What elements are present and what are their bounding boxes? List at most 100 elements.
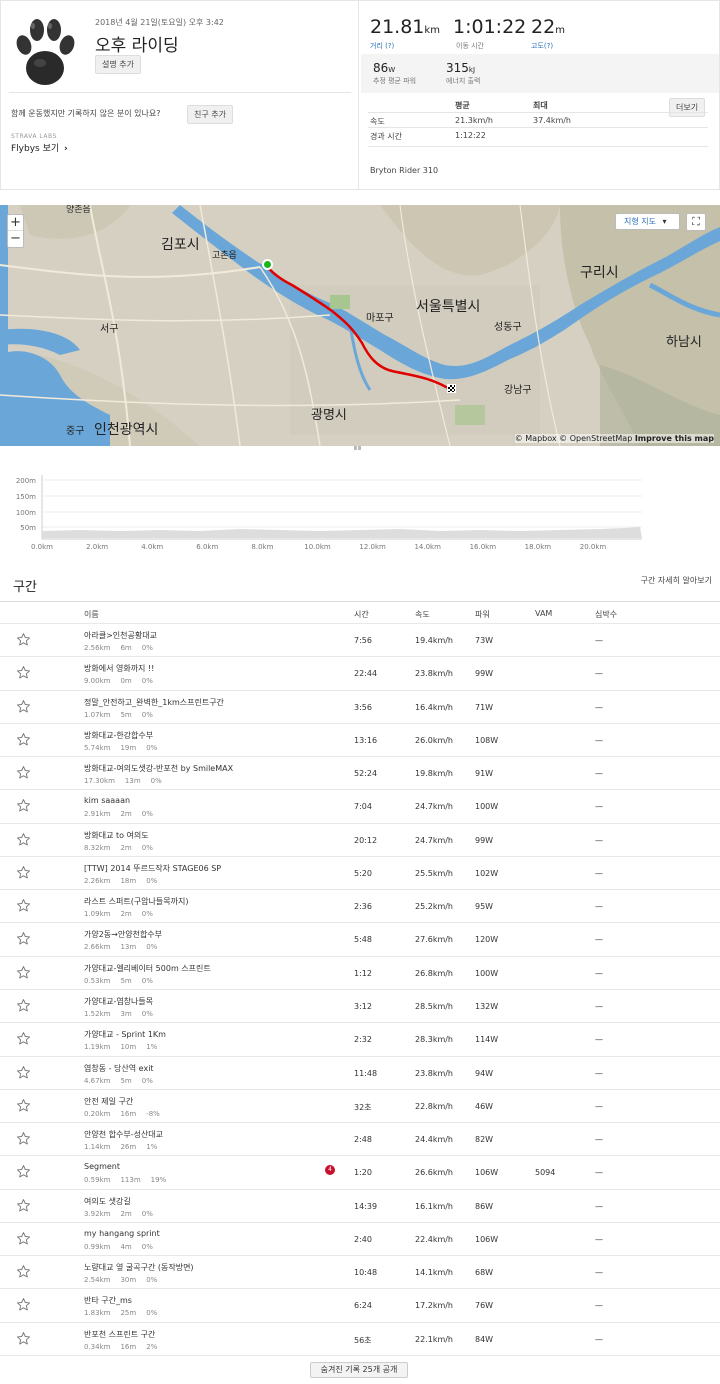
more-button[interactable]: 더보기 [669, 98, 706, 117]
star-icon[interactable] [16, 1031, 31, 1046]
star-icon[interactable] [16, 998, 31, 1013]
star-icon[interactable] [16, 931, 31, 946]
segment-name-link[interactable]: 방화대교-한강합수부 [84, 730, 153, 741]
star-icon[interactable] [16, 699, 31, 714]
star-icon[interactable] [16, 1164, 31, 1179]
segment-name-link[interactable]: 반포천 스프린트 구간 [84, 1329, 155, 1340]
table-row[interactable]: 반포천 스프린트 구간 0.34km 16m 2% 56초 22.1km/h 84W — [0, 1321, 720, 1355]
segment-power: 84W [475, 1334, 494, 1344]
segment-name-link[interactable]: 여의도 샛강길 [84, 1196, 131, 1207]
segment-name-link[interactable]: 노량대교 옆 굴곡구간 (동작방면) [84, 1262, 194, 1273]
add-description-button[interactable]: 설명 추가 [95, 55, 141, 74]
segment-name-link[interactable]: kim saaaan [84, 796, 130, 805]
segment-name-link[interactable]: 가양대교 - Sprint 1Km [84, 1029, 166, 1040]
table-row[interactable]: 방화에서 영화까지 !! 9.00km 0m 0% 22:44 23.8km/h 99W — [0, 656, 720, 689]
star-icon[interactable] [16, 832, 31, 847]
table-row[interactable]: 라스트 스퍼트(구암나들목까지) 1.09km 2m 0% 2:36 25.2km/h 95… [0, 889, 720, 922]
star-icon[interactable] [16, 765, 31, 780]
table-row[interactable]: 염창동 - 당산역 exit 4.67km 5m 0% 11:48 23.8km/h 94W… [0, 1055, 720, 1089]
elevation-profile[interactable]: 200m 150m 100m 50m 0.0km 2.0km 4.0km 6.0km 8.0km… [0, 455, 720, 555]
segment-name-link[interactable]: 정말_안전하고_완벽한_1km스프린트구간 [84, 697, 224, 708]
star-icon[interactable] [16, 1331, 31, 1346]
table-row[interactable]: 여의도 샛강길 3.92km 2m 0% 14:39 16.1km/h 86W — [0, 1188, 720, 1222]
star-icon[interactable] [16, 665, 31, 680]
table-row[interactable]: 가양대교-엘리베이터 500m 스프린트 0.53km 5m 0% 1:12 26.8km… [0, 955, 720, 989]
resize-handle[interactable] [354, 446, 361, 450]
segment-name-link[interactable]: 안양천 합수부-성산대교 [84, 1129, 163, 1140]
show-hidden-button[interactable]: 숨겨진 기록 25개 공개 [310, 1362, 408, 1378]
table-row[interactable]: [TTW] 2014 뚜르드작자 STAGE06 SP 2.26km 18m 0% 5:… [0, 855, 720, 889]
segment-name-link[interactable]: 방화에서 영화까지 !! [84, 663, 154, 674]
zoom-out-button[interactable]: − [8, 231, 23, 247]
table-row[interactable]: 안양천 합수부-성산대교 1.14km 26m 1% 2:48 24.4km/h 82W — [0, 1122, 720, 1155]
segment-name-link[interactable]: 방화대교-여의도샛강-반포천 by SmileMAX [84, 763, 233, 774]
terrain-map-dropdown[interactable]: 지형 지도 ▾ [615, 213, 680, 230]
star-icon[interactable] [16, 632, 31, 647]
x-tick-label: 14.0km [414, 543, 441, 551]
table-row[interactable]: kim saaaan 2.91km 2m 0% 7:04 24.7km/h 100W — [0, 789, 720, 822]
star-icon[interactable] [16, 1065, 31, 1080]
table-row[interactable]: 안전 제일 구간 0.20km 16m -8% 32초 22.8km/h 46W — [0, 1088, 720, 1122]
table-row[interactable]: 가양대교 - Sprint 1Km 1.19km 10m 1% 2:32 28.3km/h… [0, 1022, 720, 1055]
segment-hr: — [595, 1301, 603, 1311]
attribution-text[interactable]: © Mapbox © OpenStreetMap [515, 434, 633, 443]
header-name[interactable]: 이름 [84, 609, 99, 620]
star-icon[interactable] [16, 732, 31, 747]
star-icon[interactable] [16, 1098, 31, 1113]
segment-name-link[interactable]: 가양2동→안양천합수부 [84, 929, 162, 940]
star-icon[interactable] [16, 798, 31, 813]
segment-grade: 1% [146, 1143, 158, 1152]
segment-name-link[interactable]: 아라클>인천공황대교 [84, 630, 157, 641]
segments-explain-link[interactable]: 구간 자세히 알아보기 [641, 575, 712, 586]
header-power[interactable]: 파워 [475, 609, 490, 620]
star-icon[interactable] [16, 1131, 31, 1146]
elevation-chart: 200m 150m 100m 50m 0.0km 2.0km 4.0km 6.0km 8.0km… [16, 475, 642, 551]
zoom-in-button[interactable]: + [8, 215, 23, 231]
segment-name-link[interactable]: 가양대교-엘리베이터 500m 스프린트 [84, 963, 211, 974]
segment-time: 2:48 [354, 1135, 372, 1145]
segment-name-link[interactable]: 반타 구간_ms [84, 1295, 132, 1306]
table-row[interactable]: 방화대교-한강합수부 5.74km 19m 0% 13:16 26.0km/h 108W — [0, 722, 720, 756]
table-row[interactable]: 방화대교-여의도샛강-반포천 by SmileMAX 17.30km 13m 0% 52… [0, 756, 720, 789]
segment-name-link[interactable]: 염창동 - 당산역 exit [84, 1063, 154, 1074]
star-icon[interactable] [16, 1231, 31, 1246]
segment-speed: 22.1km/h [415, 1334, 454, 1344]
star-icon[interactable] [16, 1264, 31, 1279]
table-row[interactable]: Segment 0.59km 113m 19% 4 1:20 26.6km/h 106W 509… [0, 1155, 720, 1188]
add-friend-button[interactable]: 친구 추가 [187, 105, 233, 124]
route-map[interactable]: 양촌읍 김포시 고촌읍 서울특별시 마포구 성동구 구리시 하남시 서구 강남구… [0, 205, 720, 446]
segment-name-link[interactable]: 방화대교 to 여의도 [84, 830, 149, 841]
star-icon[interactable] [16, 1198, 31, 1213]
segment-name-link[interactable]: 가양대교-염창나들목 [84, 996, 153, 1007]
star-icon[interactable] [16, 1297, 31, 1312]
paw-avatar-icon[interactable] [12, 13, 79, 90]
improve-map-link[interactable]: Improve this map [635, 434, 714, 443]
segment-name-link[interactable]: 안전 제일 구간 [84, 1096, 133, 1107]
table-row[interactable]: my hangang sprint 0.99km 4m 0% 2:40 22.4km/h 1… [0, 1221, 720, 1255]
elevation-unit: m [555, 25, 565, 36]
elevation-label[interactable]: 고도(?) [531, 41, 553, 51]
table-row[interactable]: 가양대교-염창나들목 1.52km 3m 0% 3:12 28.5km/h 132W — [0, 988, 720, 1022]
table-row[interactable]: 노량대교 옆 굴곡구간 (동작방면) 2.54km 30m 0% 10:48 14.1km… [0, 1255, 720, 1288]
star-icon[interactable] [16, 898, 31, 913]
segment-name-link[interactable]: Segment [84, 1162, 120, 1171]
table-row[interactable]: 방화대교 to 여의도 8.32km 2m 0% 20:12 24.7km/h 99W — [0, 822, 720, 856]
table-row[interactable]: 가양2동→안양천합수부 2.66km 13m 0% 5:48 27.6km/h 120W — [0, 922, 720, 955]
star-icon[interactable] [16, 965, 31, 980]
flybys-link[interactable]: Flybys 보기 › [11, 141, 68, 154]
segment-name-link[interactable]: my hangang sprint [84, 1229, 160, 1238]
table-row[interactable]: 정말_안전하고_완벽한_1km스프린트구간 1.07km 5m 0% 3:56 16.4k… [0, 689, 720, 723]
segment-name-link[interactable]: 라스트 스퍼트(구암나들목까지) [84, 896, 188, 907]
distance-label[interactable]: 거리 (?) [370, 41, 394, 51]
header-hr[interactable]: 심박수 [595, 609, 617, 620]
segment-hr: — [595, 935, 603, 945]
activity-title[interactable]: 오후 라이딩 [95, 31, 179, 56]
header-speed[interactable]: 속도 [415, 609, 430, 620]
fullscreen-icon[interactable]: ⛶ [686, 213, 706, 231]
table-row[interactable]: 반타 구간_ms 1.83km 25m 0% 6:24 17.2km/h 76W — [0, 1288, 720, 1321]
star-icon[interactable] [16, 865, 31, 880]
segment-name-link[interactable]: [TTW] 2014 뚜르드작자 STAGE06 SP [84, 863, 221, 874]
table-row[interactable]: 아라클>인천공황대교 2.56km 6m 0% 7:56 19.4km/h 73W — [0, 623, 720, 656]
header-time[interactable]: 시간 [354, 609, 369, 620]
header-vam[interactable]: VAM [535, 609, 552, 618]
